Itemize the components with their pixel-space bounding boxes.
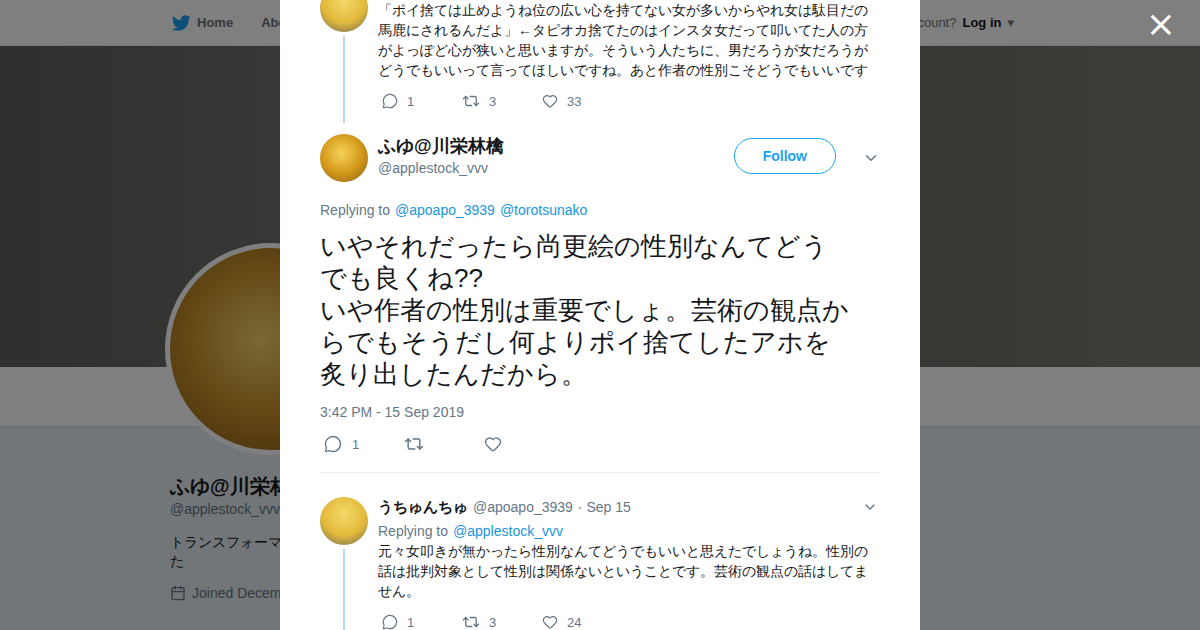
reply-button[interactable]: 1 xyxy=(320,432,400,456)
tweet-text-line: 話は批判対象として性別は関係ないということです。芸術の観点の話はしてま xyxy=(378,561,880,581)
tweet-modal: 「ポイ捨ては止めようね位の広い心を持てない女が多いからやれ女は駄目だの馬鹿にされ… xyxy=(280,0,920,630)
heart-icon xyxy=(542,614,558,630)
heart-icon xyxy=(542,93,558,109)
replying-to: Replying to@applestock_vvv xyxy=(378,521,880,541)
like-button[interactable]: 24 xyxy=(538,610,618,630)
retweet-button[interactable]: 3 xyxy=(458,610,538,630)
like-count: 24 xyxy=(567,615,581,630)
heart-icon xyxy=(484,435,502,453)
tweet-text-line: せん。 xyxy=(378,581,880,601)
like-count: 33 xyxy=(567,94,581,109)
tweet-actions: 1333 xyxy=(378,89,880,113)
more-chevron-icon[interactable] xyxy=(862,499,880,515)
more-chevron-icon[interactable] xyxy=(862,149,880,167)
retweet-icon xyxy=(462,92,480,110)
tweet-actions: 1 xyxy=(320,432,880,456)
tweet-header: ふゆ@川栄林檎@applestock_vvv Follow xyxy=(320,134,880,182)
reply-icon xyxy=(324,435,342,453)
tweet-text-line: 馬鹿にされるんだよ」←タピオカ捨てたのはインスタ女だって叩いてた人の方 xyxy=(378,20,880,40)
retweet-icon xyxy=(462,613,480,630)
user-name[interactable]: ふゆ@川栄林檎 xyxy=(378,134,724,158)
tweet-text-line: いや作者の性別は重要でしょ。芸術の観点か xyxy=(320,294,880,326)
reply-icon xyxy=(382,614,398,630)
tweet-text-line: 元々女叩きが無かったら性別なんてどうでもいいと思えたでしょうね。性別の xyxy=(378,541,880,561)
thread-line xyxy=(343,36,345,123)
close-button[interactable]: × xyxy=(1142,4,1180,44)
tweet-timestamp: 3:42 PM - 15 Sep 2019 xyxy=(320,402,880,422)
tweet-text-line: いやそれだったら尚更絵の性別なんてどう xyxy=(320,230,880,262)
mention-link[interactable]: @applestock_vvv xyxy=(453,521,563,541)
context-tweet: うちゅんちゅ@apoapo_3939· Sep 15 Replying to@ap… xyxy=(320,473,880,630)
mention-link[interactable]: @torotsunako xyxy=(500,200,587,220)
replying-to: Replying to@apoapo_3939@torotsunako xyxy=(320,200,880,220)
tweet-text-line: らでもそうだし何よりポイ捨てしたアホを xyxy=(320,326,880,358)
tweet-text-line: でも良くね?? xyxy=(320,262,880,294)
tweet-text-line: 炙り出したんだから。 xyxy=(320,358,880,390)
follow-button[interactable]: Follow xyxy=(734,138,836,174)
thread-line xyxy=(343,549,345,630)
like-button[interactable] xyxy=(480,432,560,456)
like-button[interactable]: 33 xyxy=(538,89,618,113)
modal-overlay: 「ポイ捨ては止めようね位の広い心を持てない女が多いからやれ女は駄目だの馬鹿にされ… xyxy=(0,0,1200,630)
reply-count: 1 xyxy=(407,615,414,630)
context-tweet: 「ポイ捨ては止めようね位の広い心を持てない女が多いからやれ女は駄目だの馬鹿にされ… xyxy=(320,0,880,123)
tweet-header: うちゅんちゅ@apoapo_3939· Sep 15 xyxy=(378,497,880,517)
tweet-date: · Sep 15 xyxy=(578,497,631,517)
reply-button[interactable]: 1 xyxy=(378,89,458,113)
reply-button[interactable]: 1 xyxy=(378,610,458,630)
user-avatar[interactable] xyxy=(320,0,368,32)
tweet-text-line: がよっぽど心が狭いと思いますが。そういう人たちに、男だろうが女だろうが xyxy=(378,40,880,60)
tweet-text: いやそれだったら尚更絵の性別なんてどうでも良くね??いや作者の性別は重要でしょ。… xyxy=(320,230,880,390)
tweet-text: 元々女叩きが無かったら性別なんてどうでもいいと思えたでしょうね。性別の話は批判対… xyxy=(378,541,880,601)
reply-count: 1 xyxy=(407,94,414,109)
mention-link[interactable]: @apoapo_3939 xyxy=(395,200,495,220)
retweet-count: 3 xyxy=(489,94,496,109)
retweet-icon xyxy=(404,434,424,454)
user-handle[interactable]: @apoapo_3939 xyxy=(473,497,573,517)
focused-tweet: ふゆ@川栄林檎@applestock_vvv Follow Replying to@… xyxy=(320,123,880,473)
retweet-button[interactable] xyxy=(400,432,480,456)
tweet-text-line: 「ポイ捨ては止めようね位の広い心を持てない女が多いからやれ女は駄目だの xyxy=(378,0,880,20)
user-name[interactable]: うちゅんちゅ xyxy=(378,497,468,517)
reply-count: 1 xyxy=(352,437,359,452)
tweet-text: 「ポイ捨ては止めようね位の広い心を持てない女が多いからやれ女は駄目だの馬鹿にされ… xyxy=(378,0,880,80)
user-avatar[interactable] xyxy=(320,134,368,182)
profile-page: HomeAboccount?Log in▾ふゆ@川栄林@applestock_v… xyxy=(0,0,1200,630)
retweet-count: 3 xyxy=(489,615,496,630)
user-handle[interactable]: @applestock_vvv xyxy=(378,158,724,178)
tweet-actions: 1 3 24 xyxy=(378,610,880,630)
reply-icon xyxy=(382,93,398,109)
tweet-text-line: どうでもいいって言ってほしいですね。あと作者の性別こそどうでもいいです xyxy=(378,60,880,80)
retweet-button[interactable]: 3 xyxy=(458,89,538,113)
user-avatar[interactable] xyxy=(320,497,368,545)
